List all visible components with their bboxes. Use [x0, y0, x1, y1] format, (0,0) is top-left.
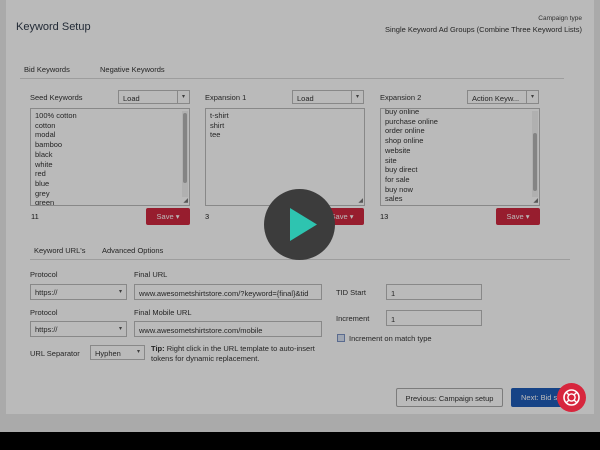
play-button[interactable] — [264, 189, 335, 260]
lifebuoy-icon — [563, 389, 580, 406]
help-button[interactable] — [557, 383, 586, 412]
play-icon — [290, 208, 317, 241]
